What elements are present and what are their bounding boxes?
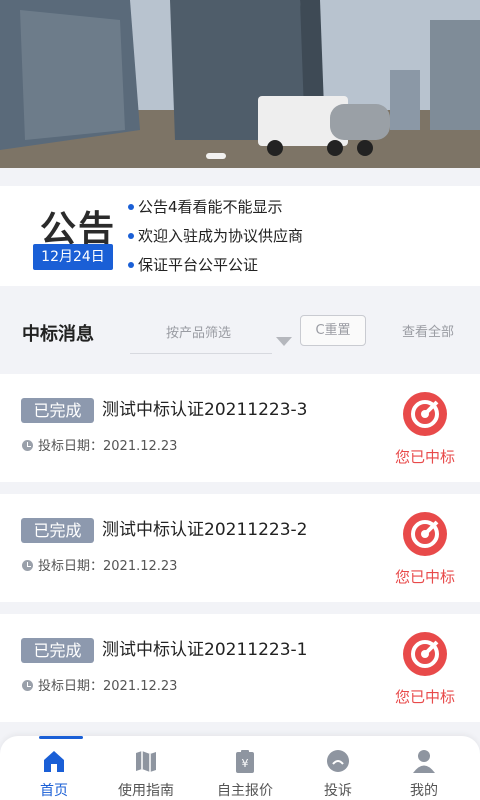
won-indicator: 您已中标 (390, 512, 460, 587)
won-indicator: 您已中标 (390, 632, 460, 707)
product-filter-dropdown[interactable]: 按产品筛选 (130, 314, 292, 354)
tab-quote[interactable]: ¥ 自主报价 (197, 736, 293, 800)
price-tag-icon: ¥ (236, 750, 254, 773)
bid-card[interactable]: 已完成 测试中标认证20211223-2 投标日期：2021.12.23 您已中… (0, 494, 480, 602)
banner-carousel[interactable] (0, 0, 480, 168)
status-badge: 已完成 (21, 638, 94, 663)
filter-placeholder: 按产品筛选 (166, 326, 232, 341)
announcement-panel[interactable]: 公告 12月24日 公告4看看能不能显示 欢迎入驻成为协议供应商 保证平台公平公… (0, 186, 480, 286)
clock-icon (22, 440, 33, 451)
tab-guide[interactable]: 使用指南 (98, 736, 194, 800)
caret-down-icon (276, 337, 292, 346)
bid-title: 测试中标认证20211223-1 (102, 640, 308, 660)
complaint-icon (327, 750, 349, 772)
bottom-tab-bar: 首页 使用指南 ¥ 自主报价 投诉 我的 (0, 736, 480, 800)
target-icon (403, 392, 447, 436)
tab-label: 使用指南 (118, 783, 174, 799)
tab-home[interactable]: 首页 (6, 736, 102, 800)
status-badge: 已完成 (21, 518, 94, 543)
announcement-item[interactable]: 公告4看看能不能显示 (128, 196, 303, 225)
announcement-item[interactable]: 保证平台公平公证 (128, 254, 303, 283)
bid-date: 投标日期：2021.12.23 (22, 438, 177, 456)
tab-label: 投诉 (324, 783, 352, 799)
tab-label: 首页 (40, 783, 68, 799)
target-icon (403, 512, 447, 556)
bid-date-text: 投标日期：2021.12.23 (38, 679, 178, 694)
clock-icon (22, 680, 33, 691)
svg-text:¥: ¥ (242, 757, 249, 770)
reset-button[interactable]: C重置 (300, 315, 366, 346)
user-icon (413, 750, 435, 773)
view-all-link[interactable]: 查看全部 (402, 321, 454, 340)
tab-profile[interactable]: 我的 (376, 736, 472, 800)
announcement-date-badge: 12月24日 (33, 244, 113, 270)
target-icon (403, 632, 447, 676)
active-tab-indicator (39, 736, 83, 739)
home-icon (44, 751, 64, 772)
bid-date: 投标日期：2021.12.23 (22, 678, 177, 696)
won-indicator: 您已中标 (390, 392, 460, 467)
tab-label: 我的 (410, 783, 438, 799)
announcement-item[interactable]: 欢迎入驻成为协议供应商 (128, 225, 303, 254)
bid-date-text: 投标日期：2021.12.23 (38, 559, 178, 574)
won-label: 您已中标 (394, 448, 455, 466)
bid-date-text: 投标日期：2021.12.23 (38, 439, 178, 454)
tab-complaint[interactable]: 投诉 (290, 736, 386, 800)
bid-section-title: 中标消息 (22, 324, 94, 345)
clock-icon (22, 560, 33, 571)
won-label: 您已中标 (394, 688, 455, 706)
carousel-indicator[interactable] (206, 153, 226, 159)
bid-title: 测试中标认证20211223-3 (102, 400, 308, 420)
won-label: 您已中标 (394, 568, 455, 586)
bid-title: 测试中标认证20211223-2 (102, 520, 308, 540)
status-badge: 已完成 (21, 398, 94, 423)
announcement-list: 公告4看看能不能显示 欢迎入驻成为协议供应商 保证平台公平公证 (128, 196, 303, 283)
bid-section-header: 中标消息 按产品筛选 C重置 查看全部 (0, 300, 480, 362)
bid-card[interactable]: 已完成 测试中标认证20211223-1 投标日期：2021.12.23 您已中… (0, 614, 480, 722)
banner-image (0, 0, 480, 168)
map-icon (136, 751, 156, 772)
tab-label: 自主报价 (217, 783, 273, 799)
bid-card[interactable]: 已完成 测试中标认证20211223-3 投标日期：2021.12.23 您已中… (0, 374, 480, 482)
bid-date: 投标日期：2021.12.23 (22, 558, 177, 576)
